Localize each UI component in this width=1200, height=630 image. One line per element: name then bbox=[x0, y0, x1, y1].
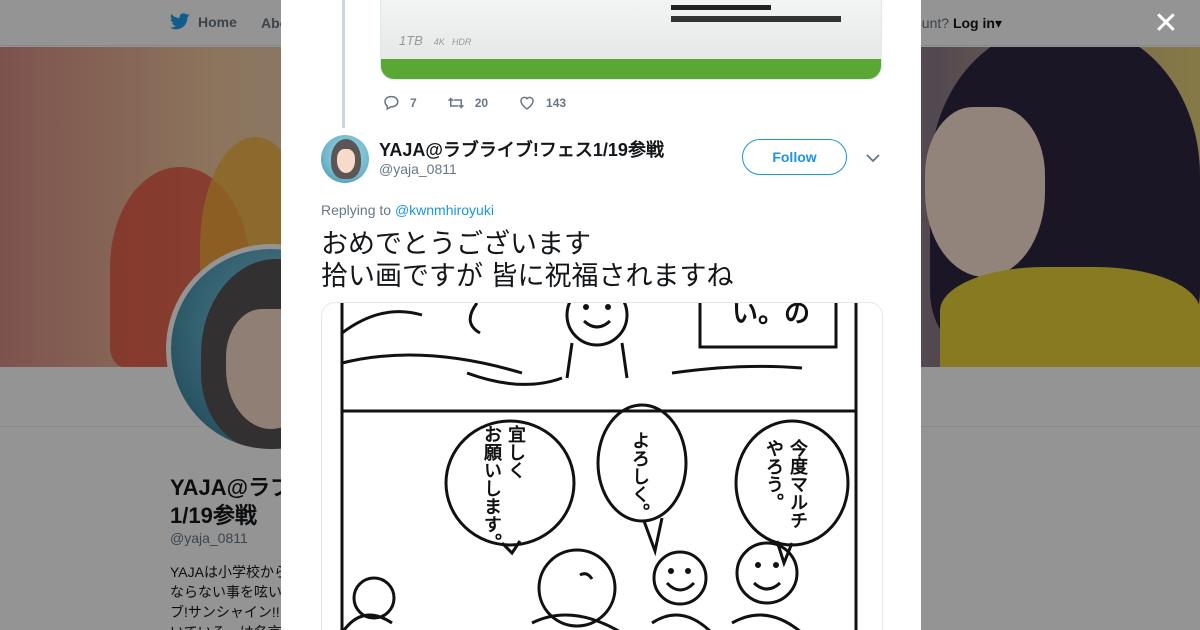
previous-tweet-image[interactable]: 1TB 4K HDR bbox=[380, 0, 882, 80]
manga-bubble-text: 宜しく お願いします。 bbox=[482, 425, 526, 551]
manga-bubble-text: 今度マルチ やろう。 bbox=[764, 439, 808, 529]
author-handle[interactable]: @yaja_0811 bbox=[379, 161, 457, 177]
spec-hdr: HDR bbox=[451, 37, 472, 47]
manga-top-text: い。の bbox=[732, 302, 811, 328]
like-button[interactable]: 143 bbox=[518, 94, 566, 112]
console-spec-label: 1TB 4K HDR bbox=[399, 33, 471, 48]
author-avatar[interactable] bbox=[321, 135, 369, 183]
manga-bubble-text: よろしく。 bbox=[630, 431, 650, 521]
console-slot bbox=[671, 16, 841, 22]
spec-capacity: 1TB bbox=[399, 33, 423, 48]
console-box-stripe bbox=[381, 59, 881, 79]
reply-button[interactable]: 7 bbox=[382, 94, 417, 112]
spec-4k: 4K bbox=[433, 37, 445, 47]
replying-prefix: Replying to bbox=[321, 202, 392, 218]
tweet-actions: 7 20 143 bbox=[382, 94, 596, 112]
reply-count: 7 bbox=[410, 96, 417, 110]
chevron-down-icon[interactable] bbox=[865, 150, 881, 166]
retweet-button[interactable]: 20 bbox=[447, 94, 488, 112]
retweet-icon bbox=[447, 97, 464, 109]
avatar-art-face bbox=[337, 149, 355, 173]
replying-to: Replying to @kwnmhiroyuki bbox=[321, 202, 494, 218]
tweet-modal: 1TB 4K HDR 7 20 143 YAJA@ラブライブ!フェス1/19参戦… bbox=[281, 0, 921, 630]
replying-to-link[interactable]: @kwnmhiroyuki bbox=[395, 202, 494, 218]
tweet-media-image[interactable]: い。の 宜しく お願いします。 よろしく。 今度マルチ やろう。 bbox=[321, 302, 883, 630]
retweet-count: 20 bbox=[474, 96, 489, 110]
author-name[interactable]: YAJA@ラブライブ!フェス1/19参戦 bbox=[379, 136, 664, 162]
tweet-text: おめでとうございます 拾い画ですが 皆に祝福されますね bbox=[321, 229, 734, 291]
reply-icon bbox=[384, 95, 399, 111]
follow-button[interactable]: Follow bbox=[742, 139, 847, 175]
heart-icon bbox=[520, 96, 534, 110]
close-icon[interactable]: ✕ bbox=[1152, 9, 1180, 39]
thread-connector bbox=[342, 0, 345, 128]
console-slot bbox=[671, 5, 771, 10]
like-count: 143 bbox=[546, 96, 567, 110]
